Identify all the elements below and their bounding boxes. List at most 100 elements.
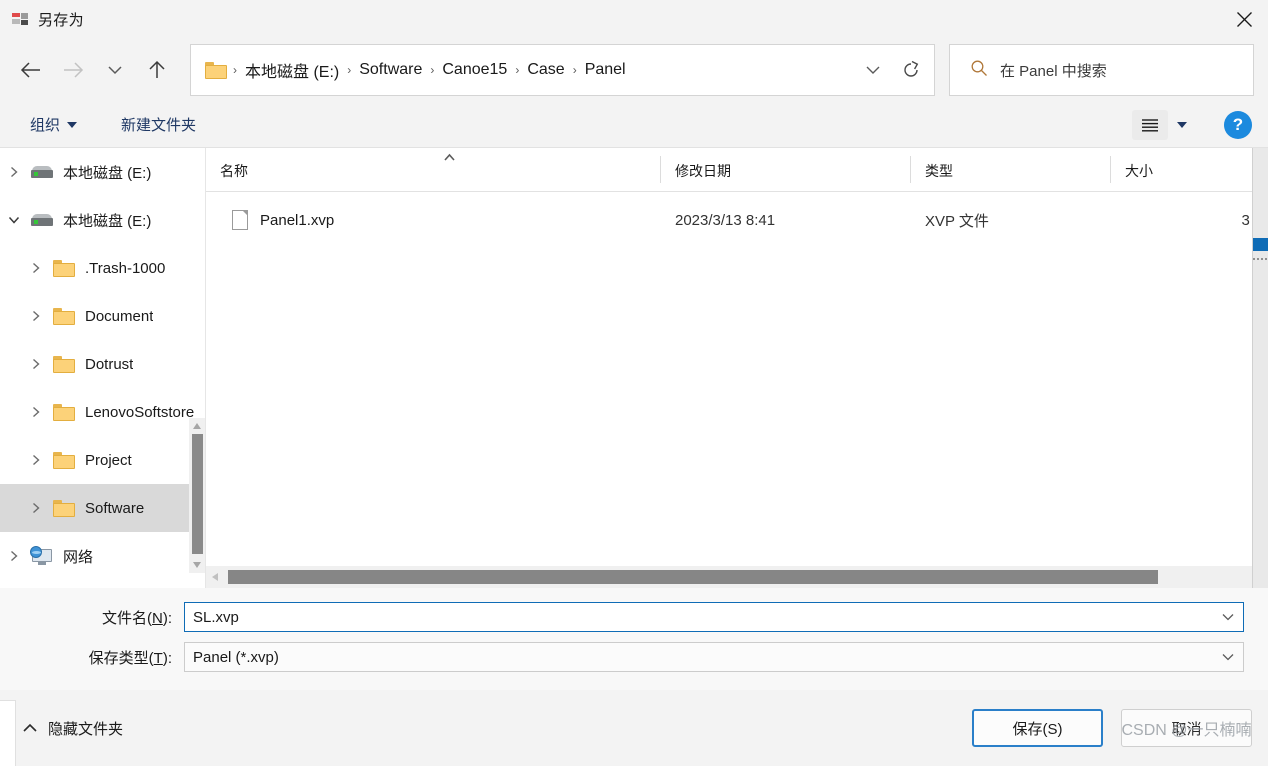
close-button[interactable] (1220, 0, 1268, 38)
sidebar-item-label: .Trash-1000 (85, 259, 166, 277)
expander-collapsed-icon[interactable] (22, 405, 50, 419)
file-name-label: Panel1.xvp (260, 211, 335, 229)
forward-button[interactable] (52, 49, 94, 91)
folder-icon (50, 307, 78, 325)
chevron-down-icon (1222, 614, 1234, 621)
hide-folders-button[interactable]: 隐藏文件夹 (22, 718, 123, 739)
help-button[interactable]: ? (1224, 110, 1252, 139)
column-header-modified[interactable]: 修改日期 (661, 148, 911, 191)
save-fields: 文件名(N): SL.xvp 保存类型(T): Panel (*.xvp) (0, 588, 1268, 690)
expander-collapsed-icon[interactable] (22, 453, 50, 467)
filename-label-post: ): (162, 609, 172, 627)
file-list-pane: 名称 修改日期 类型 大小 Panel1.xvp 2023/3/13 8:41 … (205, 148, 1268, 588)
arrow-left-icon (20, 62, 40, 78)
refresh-button[interactable] (892, 48, 930, 92)
list-view-icon (1142, 118, 1158, 132)
expander-collapsed-icon[interactable] (22, 501, 50, 515)
scrollbar-thumb[interactable] (1253, 238, 1268, 251)
scroll-left-button[interactable] (206, 566, 224, 588)
navigation-pane: 本地磁盘 (E:) 本地磁盘 (E:) .Trash-1000 Document… (0, 148, 205, 588)
breadcrumb-item-0[interactable]: 本地磁盘 (E:) (239, 55, 345, 85)
view-options-button[interactable] (1132, 109, 1168, 140)
horizontal-scrollbar[interactable] (206, 566, 1268, 588)
breadcrumb-item-2[interactable]: Canoe15 (436, 58, 513, 82)
filetype-label: 保存类型(T): (24, 647, 184, 668)
up-button[interactable] (136, 49, 178, 91)
filetype-label-post: ): (162, 649, 172, 667)
expander-collapsed-icon[interactable] (22, 261, 50, 275)
folder-icon (50, 259, 78, 277)
expander-collapsed-icon[interactable] (22, 357, 50, 371)
sidebar-item-dotrust[interactable]: Dotrust (0, 340, 205, 388)
sidebar-item-software[interactable]: Software (0, 484, 205, 532)
breadcrumb-separator: › (572, 63, 577, 77)
cancel-button[interactable]: 取消 CSDN @一只楠喃 (1121, 709, 1252, 747)
expander-collapsed-icon[interactable] (0, 549, 28, 563)
scrollbar-thumb[interactable] (192, 434, 203, 554)
sidebar-item-drive-e-1[interactable]: 本地磁盘 (E:) (0, 148, 205, 196)
sidebar-item-lenovosoftstore[interactable]: LenovoSoftstore (0, 388, 205, 436)
sidebar-item-network[interactable]: 网络 (0, 532, 205, 580)
filename-accelerator: N (151, 609, 163, 627)
network-icon (28, 545, 56, 566)
column-header-name[interactable]: 名称 (206, 148, 661, 191)
folder-icon (50, 355, 78, 373)
filename-input[interactable]: SL.xvp (184, 602, 1244, 632)
search-box[interactable]: 在 Panel 中搜索 (949, 44, 1254, 96)
new-folder-button[interactable]: 新建文件夹 (113, 109, 204, 140)
folder-icon (50, 499, 78, 517)
breadcrumb-item-3[interactable]: Case (521, 58, 570, 82)
table-row[interactable]: Panel1.xvp 2023/3/13 8:41 XVP 文件 3 K (206, 200, 1268, 240)
sidebar-item-trash-1000[interactable]: .Trash-1000 (0, 244, 205, 292)
expander-collapsed-icon[interactable] (22, 309, 50, 323)
title-bar: 另存为 (0, 0, 1268, 38)
breadcrumb-item-1[interactable]: Software (353, 58, 428, 82)
column-header-label: 名称 (220, 163, 248, 179)
sidebar-scrollbar[interactable] (189, 418, 205, 573)
expander-collapsed-icon[interactable] (0, 165, 28, 179)
expander-expanded-icon[interactable] (0, 214, 28, 226)
save-button[interactable]: 保存(S) (972, 709, 1103, 747)
sidebar-item-document[interactable]: Document (0, 292, 205, 340)
back-button[interactable] (10, 49, 52, 91)
filetype-dropdown-button[interactable] (1221, 643, 1235, 671)
scroll-up-button[interactable] (189, 418, 205, 434)
filetype-accelerator: T (153, 649, 163, 667)
sidebar-item-label: Dotrust (85, 355, 134, 373)
column-headers: 名称 修改日期 类型 大小 (206, 148, 1268, 192)
chevron-up-icon (22, 720, 38, 737)
column-header-type[interactable]: 类型 (911, 148, 1111, 191)
folder-icon (50, 403, 78, 421)
scrollbar-track[interactable] (224, 566, 1250, 588)
filename-dropdown-button[interactable] (1221, 603, 1235, 631)
sidebar-item-label: LenovoSoftstore (85, 403, 195, 421)
breadcrumb-item-4[interactable]: Panel (579, 58, 632, 82)
filename-label: 文件名(N): (24, 607, 184, 628)
search-input[interactable]: 在 Panel 中搜索 (1000, 60, 1107, 81)
sidebar-item-label: 本地磁盘 (E:) (63, 212, 152, 230)
scrollbar-thumb[interactable] (228, 570, 1158, 584)
address-bar[interactable]: › 本地磁盘 (E:) › Software › Canoe15 › Case … (190, 44, 935, 96)
recent-locations-button[interactable] (94, 49, 136, 91)
sidebar-item-drive-e-2[interactable]: 本地磁盘 (E:) (0, 196, 205, 244)
address-dropdown-button[interactable] (854, 48, 892, 92)
file-name-cell: Panel1.xvp (206, 210, 661, 230)
filename-value: SL.xvp (193, 608, 239, 626)
sidebar-item-project[interactable]: Project (0, 436, 205, 484)
file-type-cell: XVP 文件 (925, 212, 989, 230)
column-header-label: 类型 (925, 163, 953, 179)
filetype-select[interactable]: Panel (*.xvp) (184, 642, 1244, 672)
folder-icon (50, 451, 78, 469)
organize-label: 组织 (30, 117, 61, 134)
document-icon (232, 210, 248, 230)
sidebar-item-label: Software (85, 499, 145, 517)
vertical-scrollbar[interactable] (1252, 148, 1268, 588)
scroll-down-button[interactable] (189, 557, 205, 573)
view-options-dropdown[interactable] (1170, 110, 1194, 140)
column-header-size[interactable]: 大小 (1111, 148, 1268, 191)
toolbar-right-group: ? (1132, 109, 1252, 140)
drive-icon (28, 213, 56, 227)
column-header-label: 大小 (1125, 163, 1153, 179)
organize-button[interactable]: 组织 (22, 109, 85, 140)
footer-left-stub (0, 700, 16, 766)
